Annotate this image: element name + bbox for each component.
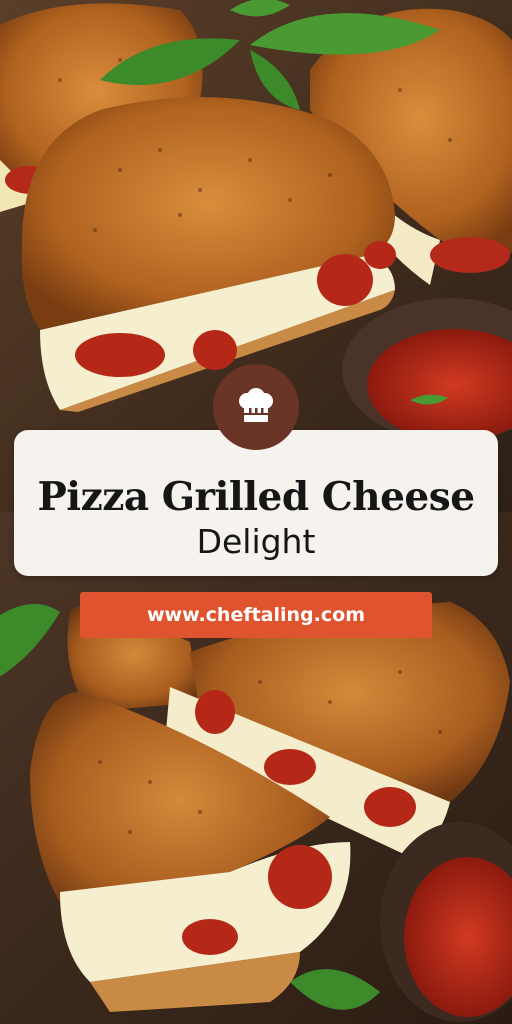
recipe-subtitle: Delight xyxy=(196,522,316,561)
chef-hat-icon xyxy=(239,388,273,422)
website-link[interactable]: www.cheftaling.com xyxy=(80,592,432,638)
brand-logo xyxy=(213,364,299,450)
recipe-title: Pizza Grilled Cheese xyxy=(37,474,475,520)
bottom-food-photo xyxy=(0,512,512,1024)
